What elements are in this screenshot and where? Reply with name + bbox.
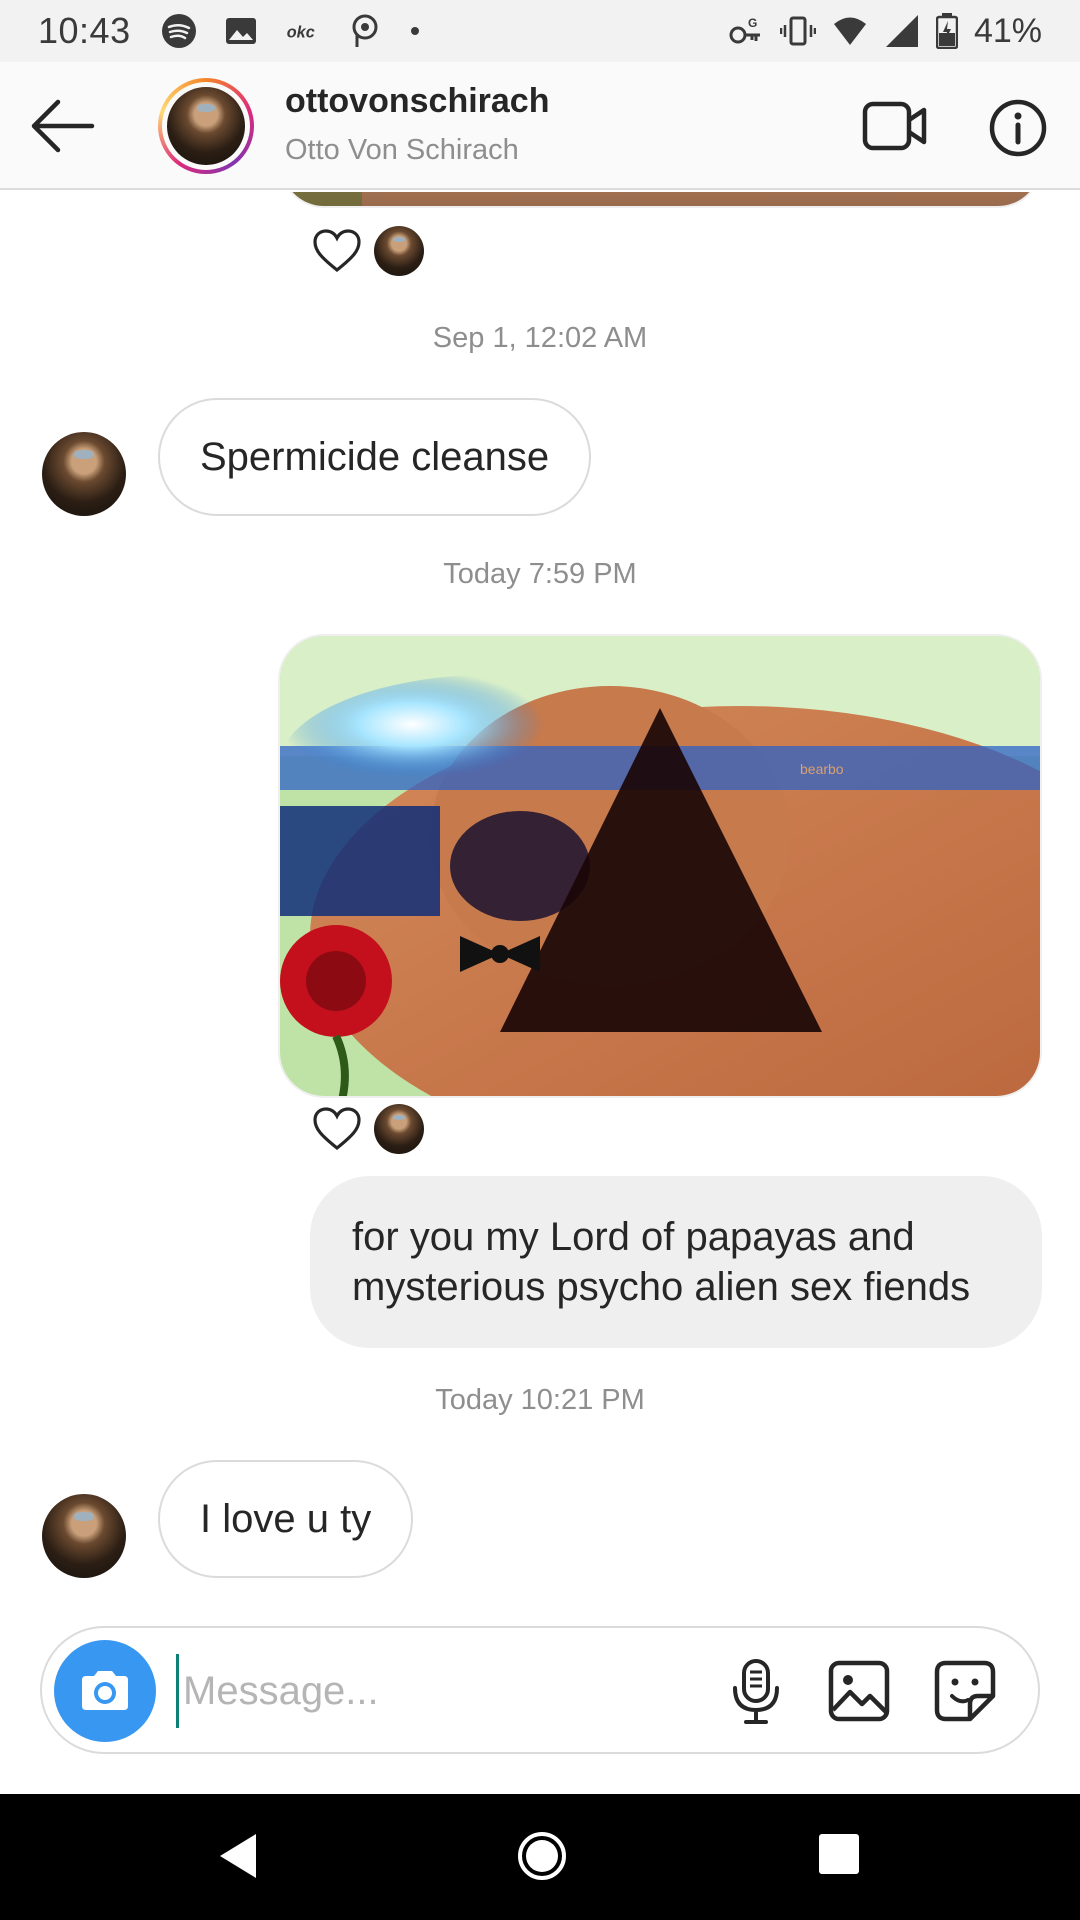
gallery-icon[interactable] — [828, 1660, 890, 1722]
timestamp: Today 7:59 PM — [443, 558, 637, 590]
status-right-icons: G 41% — [728, 12, 1042, 51]
vibrate-icon — [779, 16, 816, 46]
dot-icon — [410, 27, 419, 35]
back-arrow-icon[interactable] — [28, 94, 98, 158]
signal-icon — [885, 15, 918, 47]
sticker-icon[interactable] — [934, 1660, 996, 1722]
nav-recents-icon[interactable] — [817, 1832, 861, 1876]
status-time: 10:43 — [38, 10, 131, 51]
outgoing-message[interactable]: for you my Lord of papayas and mysteriou… — [310, 1176, 1042, 1348]
nav-home-icon[interactable] — [516, 1830, 568, 1882]
avatar[interactable] — [42, 1494, 126, 1578]
timestamp: Today 10:21 PM — [435, 1384, 645, 1416]
avatar — [167, 87, 245, 165]
reaction-avatar — [374, 226, 424, 276]
info-icon[interactable] — [988, 98, 1048, 158]
heart-icon[interactable] — [312, 1106, 362, 1152]
incoming-message[interactable]: Spermicide cleanse — [158, 398, 592, 516]
heart-icon[interactable] — [312, 228, 362, 274]
header-username[interactable]: ottovonschirach — [285, 82, 549, 121]
battery-percent: 41% — [973, 11, 1042, 50]
camera-button[interactable] — [54, 1640, 156, 1742]
reaction-row — [312, 1104, 424, 1154]
vpn-key-icon: G — [729, 16, 760, 44]
status-bar: 10:43 okc G 41% — [0, 0, 1080, 62]
navigation-bar — [0, 1794, 1080, 1920]
header-avatar[interactable] — [158, 78, 254, 174]
spotify-icon — [161, 14, 196, 48]
message-thread[interactable]: Sep 1, 12:02 AM Spermicide cleanse Today… — [0, 192, 1080, 1606]
battery-icon — [935, 13, 958, 49]
reaction-row — [312, 226, 424, 276]
svg-text:okc: okc — [286, 23, 314, 41]
message-composer — [40, 1626, 1040, 1754]
conversation-header: ottovonschirach Otto Von Schirach — [0, 62, 1080, 190]
podcast-icon — [352, 14, 378, 47]
wifi-icon — [833, 17, 866, 45]
previous-photo-message[interactable] — [280, 192, 1042, 208]
timestamp: Sep 1, 12:02 AM — [432, 322, 648, 354]
svg-text:G: G — [748, 16, 757, 30]
outgoing-photo-message[interactable]: bearbo — [278, 634, 1042, 1098]
nav-back-icon[interactable] — [214, 1830, 260, 1882]
reaction-avatar — [374, 1104, 424, 1154]
incoming-message[interactable]: I love u ty — [158, 1460, 414, 1578]
avatar[interactable] — [42, 432, 126, 516]
okc-icon: okc — [286, 23, 314, 41]
microphone-icon[interactable] — [730, 1658, 782, 1726]
photo-watermark: bearbo — [800, 761, 844, 777]
message-input[interactable] — [176, 1654, 716, 1728]
photo-image: bearbo — [280, 636, 1040, 1096]
image-icon — [225, 18, 256, 44]
header-fullname: Otto Von Schirach — [285, 134, 519, 166]
video-call-icon[interactable] — [862, 98, 928, 154]
status-left-icons: okc — [161, 13, 421, 49]
camera-icon — [82, 1671, 128, 1710]
